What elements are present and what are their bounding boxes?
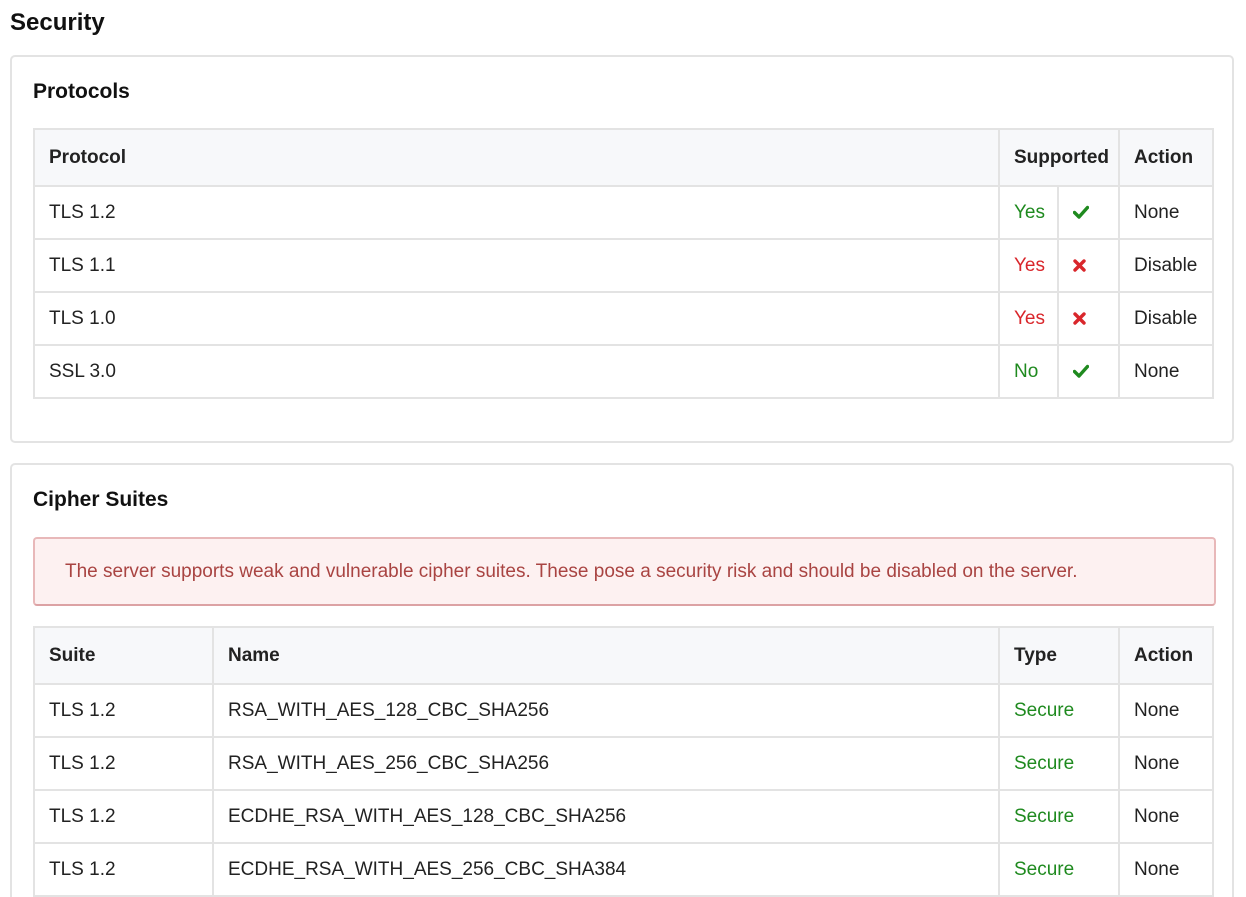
protocol-status-icon-cell — [1057, 344, 1120, 399]
check-icon — [1073, 361, 1089, 382]
cipher-suite: TLS 1.2 — [33, 842, 214, 897]
protocol-status-icon-cell — [1057, 238, 1120, 293]
protocol-supported: Yes — [998, 291, 1059, 346]
protocol-row: SSL 3.0 No None — [33, 344, 1214, 399]
cipher-type: Secure — [998, 789, 1120, 844]
name-column-header: Name — [212, 626, 1000, 685]
cipher-name: ECDHE_RSA_WITH_AES_128_CBC_SHA256 — [212, 789, 1000, 844]
cipher-type: Secure — [998, 736, 1120, 791]
cipher-suites-title: Cipher Suites — [33, 488, 169, 511]
x-icon — [1073, 255, 1086, 276]
protocol-status-icon-cell — [1057, 291, 1120, 346]
protocol-supported: No — [998, 344, 1059, 399]
suite-column-header: Suite — [33, 626, 214, 685]
cipher-row: TLS 1.2 ECDHE_RSA_WITH_AES_256_CBC_SHA384… — [33, 842, 1214, 897]
cipher-row: TLS 1.2 ECDHE_RSA_WITH_AES_128_CBC_SHA256… — [33, 789, 1214, 844]
cipher-action: None — [1118, 789, 1214, 844]
protocol-action: Disable — [1118, 291, 1214, 346]
protocol-action: Disable — [1118, 238, 1214, 293]
protocol-name: TLS 1.0 — [33, 291, 1000, 346]
security-page: Security Protocols Protocol Supported Ac… — [0, 0, 1246, 897]
cipher-action: None — [1118, 842, 1214, 897]
protocol-column-header: Protocol — [33, 128, 1000, 187]
protocol-row: TLS 1.2 Yes None — [33, 185, 1214, 240]
supported-column-header: Supported — [998, 128, 1120, 187]
cipher-type: Secure — [998, 842, 1120, 897]
cipher-row: TLS 1.2 RSA_WITH_AES_128_CBC_SHA256 Secure… — [33, 683, 1214, 738]
protocol-status-icon-cell — [1057, 185, 1120, 240]
protocol-supported: Yes — [998, 185, 1059, 240]
protocols-panel: Protocols Protocol Supported Action TLS … — [10, 55, 1234, 443]
cipher-header-row: Suite Name Type Action — [33, 626, 1214, 685]
cipher-action: None — [1118, 683, 1214, 738]
cipher-suites-table: Suite Name Type Action TLS 1.2 RSA_WITH_A… — [33, 626, 1214, 897]
cipher-suite: TLS 1.2 — [33, 789, 214, 844]
protocol-name: SSL 3.0 — [33, 344, 1000, 399]
protocol-row: TLS 1.1 Yes Disable — [33, 238, 1214, 293]
cipher-name: ECDHE_RSA_WITH_AES_256_CBC_SHA384 — [212, 842, 1000, 897]
protocol-action: None — [1118, 344, 1214, 399]
weak-cipher-alert: The server supports weak and vulnerable … — [33, 537, 1216, 606]
protocol-row: TLS 1.0 Yes Disable — [33, 291, 1214, 346]
x-icon — [1073, 308, 1086, 329]
action-column-header: Action — [1118, 128, 1214, 187]
protocols-header-row: Protocol Supported Action — [33, 128, 1214, 187]
cipher-name: RSA_WITH_AES_128_CBC_SHA256 — [212, 683, 1000, 738]
protocols-title: Protocols — [33, 80, 130, 103]
cipher-suites-panel: Cipher Suites The server supports weak a… — [10, 463, 1234, 897]
protocols-table: Protocol Supported Action TLS 1.2 Yes None… — [33, 128, 1214, 399]
cipher-action-column-header: Action — [1118, 626, 1214, 685]
cipher-suite: TLS 1.2 — [33, 683, 214, 738]
cipher-suite: TLS 1.2 — [33, 736, 214, 791]
cipher-row: TLS 1.2 RSA_WITH_AES_256_CBC_SHA256 Secure… — [33, 736, 1214, 791]
type-column-header: Type — [998, 626, 1120, 685]
protocol-action: None — [1118, 185, 1214, 240]
cipher-type: Secure — [998, 683, 1120, 738]
cipher-name: RSA_WITH_AES_256_CBC_SHA256 — [212, 736, 1000, 791]
protocol-name: TLS 1.2 — [33, 185, 1000, 240]
check-icon — [1073, 202, 1089, 223]
protocol-name: TLS 1.1 — [33, 238, 1000, 293]
cipher-action: None — [1118, 736, 1214, 791]
page-title: Security — [10, 9, 105, 36]
protocol-supported: Yes — [998, 238, 1059, 293]
